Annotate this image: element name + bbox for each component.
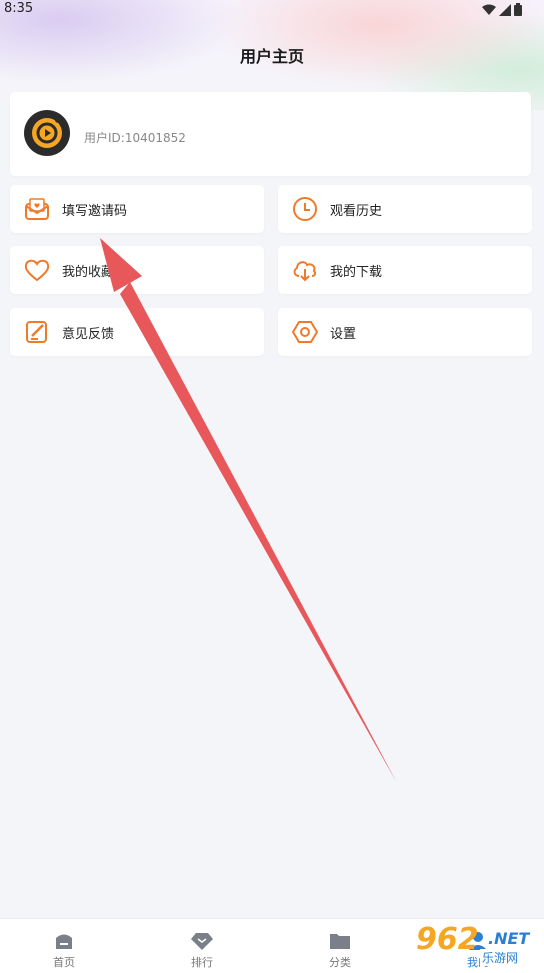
profile-card[interactable]: 用户ID:10401852 xyxy=(10,92,531,176)
hexagon-settings-icon xyxy=(292,319,318,345)
status-icons xyxy=(482,3,522,16)
page-title: 用户主页 xyxy=(239,47,304,66)
nav-ranking[interactable]: 排行 xyxy=(162,919,242,973)
user-id: 用户ID:10401852 xyxy=(84,131,186,145)
diamond-icon xyxy=(190,929,214,953)
feedback-item[interactable]: 意见反馈 xyxy=(10,308,264,356)
watermark-suffix: .NET xyxy=(488,929,530,948)
invite-code-label: 填写邀请码 xyxy=(62,203,128,219)
signal-icon xyxy=(499,3,511,16)
wifi-icon xyxy=(482,4,496,15)
favorites-item[interactable]: 我的收藏 xyxy=(10,246,264,294)
heart-icon xyxy=(24,257,50,283)
settings-item[interactable]: 设置 xyxy=(278,308,532,356)
watch-history-label: 观看历史 xyxy=(330,203,383,219)
downloads-item[interactable]: 我的下载 xyxy=(278,246,532,294)
avatar[interactable] xyxy=(24,110,70,156)
nav-category[interactable]: 分类 xyxy=(300,919,380,973)
downloads-label: 我的下载 xyxy=(330,264,383,280)
status-bar: 8:35 xyxy=(0,0,544,20)
folder-icon xyxy=(328,929,352,953)
battery-icon xyxy=(514,3,522,16)
invite-code-item[interactable]: 填写邀请码 xyxy=(10,185,264,233)
feedback-label: 意见反馈 xyxy=(62,326,115,342)
watermark-cn: 乐游网 xyxy=(480,949,521,966)
home-icon xyxy=(52,929,76,953)
nav-category-label: 分类 xyxy=(329,956,351,969)
clock-icon xyxy=(292,196,318,222)
favorites-label: 我的收藏 xyxy=(62,264,115,280)
settings-label: 设置 xyxy=(330,326,357,342)
nav-ranking-label: 排行 xyxy=(191,956,213,969)
mail-heart-icon xyxy=(24,196,50,222)
play-logo-icon xyxy=(32,116,62,148)
watermark-number: 962 xyxy=(416,922,479,957)
edit-note-icon xyxy=(24,319,50,345)
nav-home-label: 首页 xyxy=(53,956,75,969)
watch-history-item[interactable]: 观看历史 xyxy=(278,185,532,233)
status-time: 8:35 xyxy=(4,1,34,16)
nav-home[interactable]: 首页 xyxy=(24,919,104,973)
cloud-download-icon xyxy=(292,257,318,283)
